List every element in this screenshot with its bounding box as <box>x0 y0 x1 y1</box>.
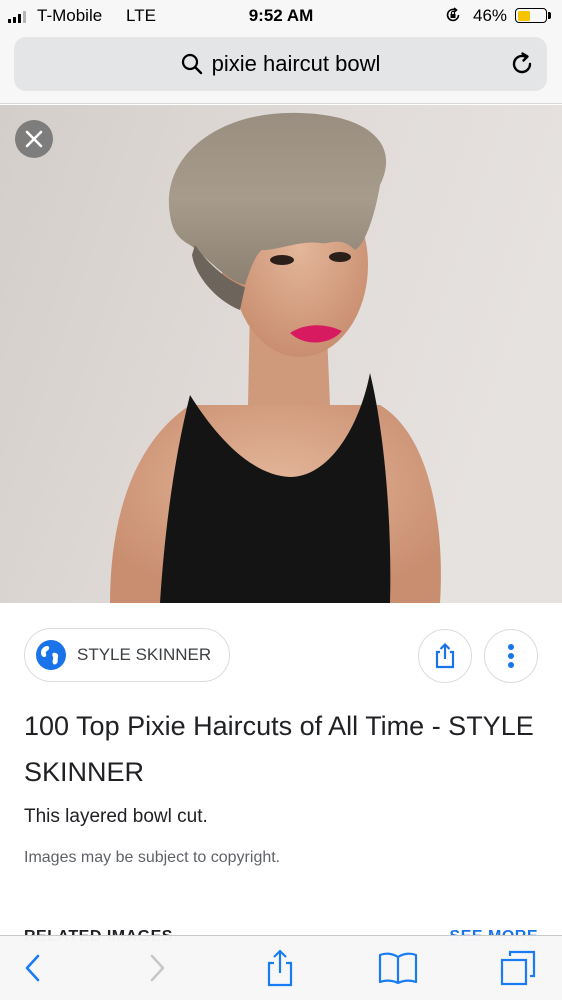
more-options-button[interactable] <box>484 629 538 683</box>
source-name: STYLE SKINNER <box>77 645 212 664</box>
toolbar-share-button[interactable] <box>260 948 300 988</box>
tabs-button[interactable] <box>498 948 538 988</box>
battery-nub <box>548 12 551 19</box>
forward-button[interactable] <box>137 948 177 988</box>
more-vert-icon <box>508 644 514 668</box>
orientation-lock-icon <box>446 7 460 22</box>
result-title[interactable]: 100 Top Pixie Haircuts of All Time - STY… <box>24 703 544 795</box>
close-icon <box>25 130 43 148</box>
source-chip[interactable]: STYLE SKINNER <box>24 628 230 682</box>
bookmarks-icon <box>378 952 418 985</box>
address-area: pixie haircut bowl <box>0 32 562 104</box>
forward-icon <box>150 954 165 982</box>
bookmarks-button[interactable] <box>378 948 418 988</box>
search-query[interactable]: pixie haircut bowl <box>212 51 381 77</box>
tabs-icon <box>500 950 536 986</box>
result-image[interactable] <box>0 105 562 603</box>
result-description: This layered bowl cut. <box>24 806 208 827</box>
browser-toolbar <box>0 935 562 1000</box>
close-button[interactable] <box>15 120 53 158</box>
back-button[interactable] <box>13 948 53 988</box>
battery-percent: 46% <box>473 6 508 25</box>
share-icon <box>435 643 455 669</box>
reload-icon[interactable] <box>508 50 536 78</box>
back-icon <box>25 954 40 982</box>
portrait-photo <box>0 105 562 603</box>
status-bar: T-Mobile LTE 9:52 AM 46% <box>0 0 562 32</box>
search-icon <box>181 53 202 75</box>
copyright-notice: Images may be subject to copyright. <box>24 849 281 866</box>
share-icon <box>267 949 293 987</box>
globe-icon <box>36 640 66 670</box>
address-bar[interactable]: pixie haircut bowl <box>14 37 547 91</box>
battery-icon <box>515 8 547 23</box>
share-button[interactable] <box>418 629 472 683</box>
